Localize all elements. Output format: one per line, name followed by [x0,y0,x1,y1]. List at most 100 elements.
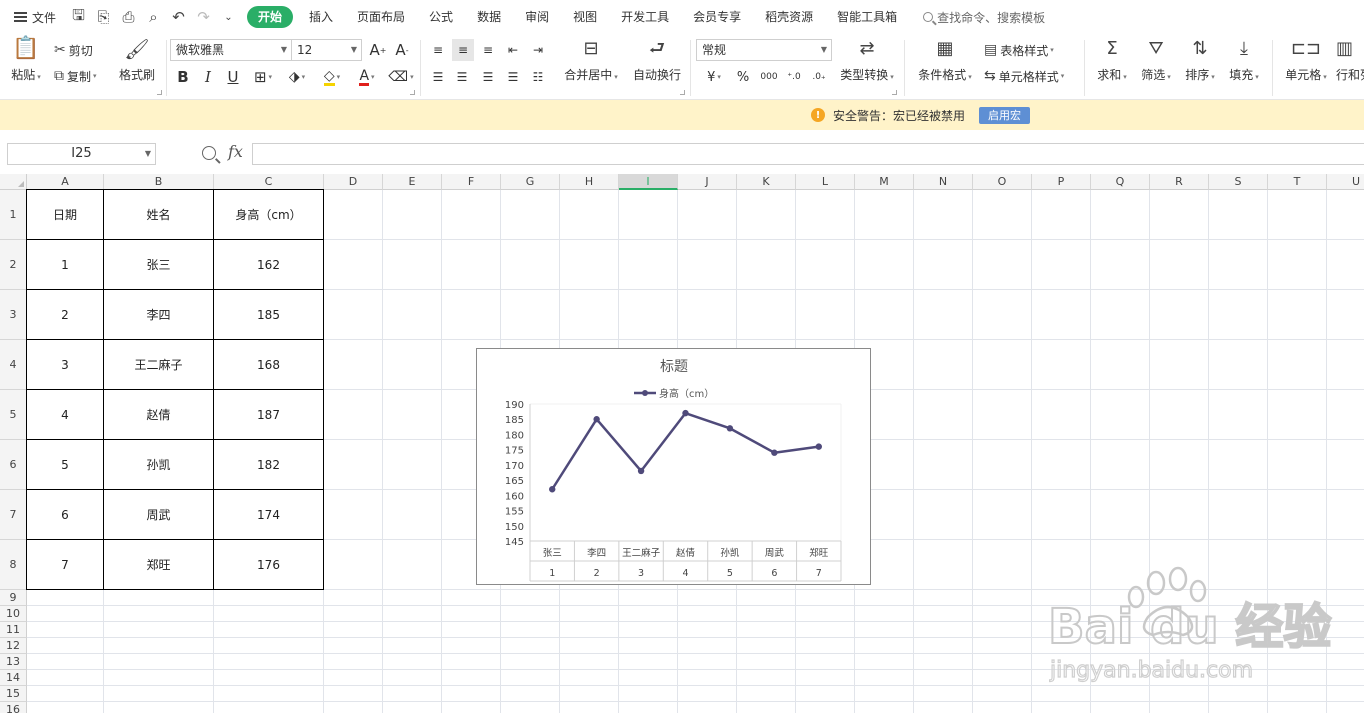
column-header-T[interactable]: T [1268,174,1327,190]
table-cell[interactable]: 7 [26,540,104,590]
formula-input[interactable] [252,143,1364,165]
export-pdf-icon[interactable]: ⎘ [91,6,116,28]
column-header-I[interactable]: I [619,174,678,190]
table-cell[interactable]: 1 [26,240,104,290]
column-header-H[interactable]: H [560,174,619,190]
cut-button[interactable]: ✂ 剪切 [54,40,93,60]
align-left-icon[interactable]: ☰ [428,66,448,88]
row-header-15[interactable]: 15 [0,686,27,702]
row-header-2[interactable]: 2 [0,240,27,290]
sum-button[interactable]: Σ 求和 ▾ [1092,38,1132,94]
number-format-select[interactable]: 常规 ▼ [696,39,832,61]
increase-indent-icon[interactable]: ⇥ [528,39,548,61]
table-cell[interactable]: 168 [214,340,324,390]
table-cell[interactable]: 孙凯 [104,440,214,490]
print-preview-icon[interactable]: ⌕ [141,6,166,28]
table-cell[interactable]: 185 [214,290,324,340]
column-header-J[interactable]: J [678,174,737,190]
column-header-N[interactable]: N [914,174,973,190]
row-header-4[interactable]: 4 [0,340,27,390]
paste-button[interactable]: 📋 粘贴 ▾ [8,38,44,94]
clear-format-icon[interactable]: ⬗ ▾ [282,66,312,88]
line-chart[interactable]: 标题 身高（cm） 145 150 155 160 165 170 175 180 185 190 张三… [476,348,871,585]
alignment-launcher-icon[interactable] [680,90,685,95]
file-menu[interactable]: 文件 [0,9,66,26]
distributed-icon[interactable]: ☷ [528,66,548,88]
table-cell[interactable]: 3 [26,340,104,390]
tab-8[interactable]: 会员专享 [681,6,753,28]
column-header-A[interactable]: A [27,174,104,190]
tab-4[interactable]: 数据 [465,6,513,28]
sort-button[interactable]: ⇅ 排序 ▾ [1180,38,1220,94]
table-cell[interactable]: 王二麻子 [104,340,214,390]
table-cell[interactable]: 182 [214,440,324,490]
tab-2[interactable]: 页面布局 [345,6,417,28]
table-cell[interactable]: 5 [26,440,104,490]
row-header-16[interactable]: 16 [0,702,27,713]
row-header-8[interactable]: 8 [0,540,27,590]
tab-3[interactable]: 公式 [417,6,465,28]
tab-5[interactable]: 审阅 [513,6,561,28]
tab-7[interactable]: 开发工具 [609,6,681,28]
row-header-5[interactable]: 5 [0,390,27,440]
borders-icon[interactable]: ⊞ ▾ [248,66,278,88]
enable-macro-button[interactable]: 启用宏 [979,106,1030,124]
type-convert-button[interactable]: ⇄ 类型转换 ▾ [836,38,898,94]
row-header-11[interactable]: 11 [0,622,27,638]
column-header-M[interactable]: M [855,174,914,190]
column-header-L[interactable]: L [796,174,855,190]
align-center-icon[interactable]: ☰ [452,66,472,88]
justify-icon[interactable]: ☰ [503,66,523,88]
customize-dropdown-icon[interactable]: ⌄ [216,6,241,28]
column-header-S[interactable]: S [1209,174,1268,190]
decrease-decimal-icon[interactable]: .0₊ [808,66,830,88]
table-cell[interactable]: 4 [26,390,104,440]
increase-decimal-icon[interactable]: ⁺.0 [783,66,805,88]
tab-0[interactable]: 开始 [247,6,294,28]
tab-6[interactable]: 视图 [561,6,609,28]
redo-icon[interactable]: ↷ [191,6,216,28]
decrease-font-icon[interactable]: A- [392,39,412,61]
table-cell[interactable]: 187 [214,390,324,440]
column-header-O[interactable]: O [973,174,1032,190]
table-cell[interactable]: 赵倩 [104,390,214,440]
clipboard-launcher-icon[interactable] [157,90,162,95]
fill-color-icon[interactable]: ◇ ▾ [317,66,347,88]
column-header-D[interactable]: D [324,174,383,190]
table-cell[interactable]: 6 [26,490,104,540]
format-painter-button[interactable]: 🖌 格式刷 [116,38,158,94]
tab-9[interactable]: 稻壳资源 [753,6,825,28]
column-header-Q[interactable]: Q [1091,174,1150,190]
table-cell[interactable]: 176 [214,540,324,590]
print-icon[interactable]: ⎙ [116,6,141,28]
column-header-B[interactable]: B [104,174,214,190]
undo-icon[interactable]: ↶ [166,6,191,28]
zoom-icon[interactable] [202,146,216,160]
copy-button[interactable]: ⧉ 复制 ▾ [54,66,97,86]
font-launcher-icon[interactable] [410,90,415,95]
eraser-icon[interactable]: ⌫ ▾ [386,66,416,88]
number-launcher-icon[interactable] [892,90,897,95]
tab-1[interactable]: 插入 [297,6,345,28]
column-header-C[interactable]: C [214,174,324,190]
row-header-14[interactable]: 14 [0,670,27,686]
table-cell[interactable]: 162 [214,240,324,290]
command-search[interactable]: 查找命令、搜索模板 [923,9,1045,26]
merge-center-button[interactable]: ⊟ 合并居中 ▾ [560,38,622,94]
currency-icon[interactable]: ¥ ▾ [700,66,728,88]
align-top-icon[interactable]: ≡ [428,39,448,61]
column-header-U[interactable]: U [1327,174,1364,190]
decrease-indent-icon[interactable]: ⇤ [503,39,523,61]
table-cell[interactable]: 李四 [104,290,214,340]
font-color-icon[interactable]: A ▾ [352,66,382,88]
table-cell[interactable]: 周武 [104,490,214,540]
column-header-P[interactable]: P [1032,174,1091,190]
rows-cols-button[interactable]: ▥ 行和列 [1336,38,1364,94]
cell-style-button[interactable]: ⇆ 单元格样式 ▾ [984,66,1064,86]
tab-10[interactable]: 智能工具箱 [825,6,909,28]
align-bottom-icon[interactable]: ≡ [478,39,498,61]
percent-icon[interactable]: % [734,66,752,88]
row-header-10[interactable]: 10 [0,606,27,622]
filter-button[interactable]: ⛛ 筛选 ▾ [1136,38,1176,94]
column-header-R[interactable]: R [1150,174,1209,190]
